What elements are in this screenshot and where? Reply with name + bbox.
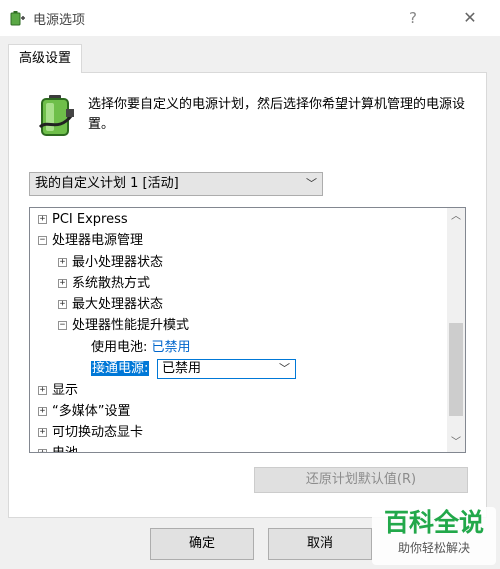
- collapse-icon[interactable]: −: [38, 236, 47, 245]
- ok-button[interactable]: 确定: [150, 528, 254, 560]
- plugged-in-label: 接通电源:: [91, 361, 150, 376]
- chevron-down-icon: ﹀: [306, 177, 317, 190]
- power-options-icon: [10, 11, 25, 26]
- expand-icon[interactable]: +: [58, 258, 67, 267]
- tree-item-battery[interactable]: +电池: [38, 443, 78, 452]
- window-title: 电源选项: [33, 13, 86, 28]
- tree-scrollbar[interactable]: ︿ ﹀: [447, 208, 465, 452]
- tree-item-boost-mode[interactable]: − 处理器性能提升模式: [58, 315, 189, 336]
- plugged-in-select[interactable]: 已禁用 ﹀: [157, 359, 296, 379]
- on-battery-label: 使用电池:: [91, 340, 148, 355]
- power-plan-select[interactable]: 我的自定义计划 1 [活动] ﹀: [29, 172, 323, 196]
- tree-item-display[interactable]: + 显示: [38, 380, 78, 401]
- tab-advanced-settings[interactable]: 高级设置: [8, 44, 82, 73]
- expand-icon[interactable]: +: [38, 215, 47, 224]
- title-bar: 电源选项 ? ✕: [0, 0, 500, 36]
- chevron-down-icon: ﹀: [279, 362, 290, 375]
- tree-item-processor-power[interactable]: − 处理器电源管理: [38, 230, 143, 251]
- watermark: 百科全说 助你轻松解决: [372, 507, 496, 565]
- tree-item-plugged-in[interactable]: 接通电源: 已禁用 ﹀: [91, 358, 371, 379]
- tree-item-min-processor-state[interactable]: + 最小处理器状态: [58, 252, 163, 273]
- intro-text: 选择你要自定义的电源计划，然后选择你希望计算机管理的电源设置。: [88, 97, 466, 132]
- restore-defaults-button[interactable]: 还原计划默认值(R): [254, 467, 468, 493]
- expand-icon[interactable]: +: [58, 279, 67, 288]
- close-button[interactable]: ✕: [455, 4, 485, 32]
- watermark-title: 百科全说: [383, 508, 484, 537]
- power-plan-value: 我的自定义计划 1 [活动]: [35, 176, 179, 191]
- scroll-thumb[interactable]: [449, 323, 463, 416]
- cancel-button[interactable]: 取消: [268, 528, 372, 560]
- plugged-in-value: 已禁用: [162, 361, 202, 376]
- expand-icon[interactable]: +: [38, 386, 47, 395]
- expand-icon[interactable]: +: [58, 300, 67, 309]
- expand-icon[interactable]: +: [38, 407, 47, 416]
- settings-tree[interactable]: + PCI Express − 处理器电源管理 + 最小处理器状态 + 系统散热方式 +…: [29, 207, 466, 453]
- scroll-down-icon[interactable]: ﹀: [447, 434, 465, 452]
- collapse-icon[interactable]: −: [58, 321, 67, 330]
- on-battery-value[interactable]: 已禁用: [152, 340, 191, 355]
- battery-plug-icon: [38, 95, 74, 136]
- tree-item-multimedia[interactable]: + “多媒体”设置: [38, 401, 130, 422]
- tree-item-max-processor-state[interactable]: + 最大处理器状态: [58, 294, 163, 315]
- watermark-subtitle: 助你轻松解决: [397, 541, 470, 555]
- expand-icon[interactable]: +: [38, 428, 47, 437]
- help-button[interactable]: ?: [398, 4, 428, 32]
- expand-icon[interactable]: +: [38, 449, 47, 452]
- scroll-up-icon[interactable]: ︿: [447, 208, 465, 226]
- tree-item-on-battery[interactable]: 使用电池: 已禁用: [91, 337, 191, 358]
- tree-item-switchable-graphics[interactable]: + 可切换动态显卡: [38, 422, 143, 443]
- tree-item-cooling-policy[interactable]: + 系统散热方式: [58, 273, 150, 294]
- tree-item-pci-express[interactable]: + PCI Express: [38, 209, 128, 230]
